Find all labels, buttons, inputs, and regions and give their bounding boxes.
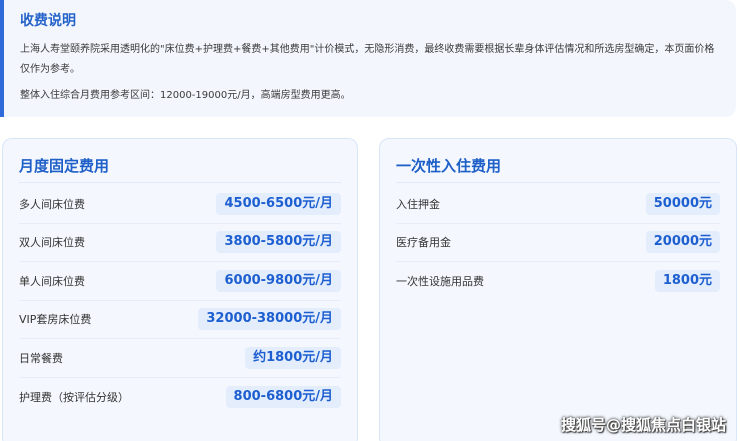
fee-label: 医疗备用金 — [396, 236, 451, 250]
fee-row: 日常餐费 约1800元/月 — [19, 339, 341, 378]
fee-row: VIP套房床位费 32000-38000元/月 — [19, 301, 341, 339]
fee-row: 单人间床位费 6000-9800元/月 — [19, 262, 341, 301]
notice-title: 收费说明 — [20, 13, 76, 29]
fee-row: 一次性设施用品费 1800元 — [396, 262, 720, 301]
fee-price-badge: 4500-6500元/月 — [216, 192, 341, 215]
fee-notice-panel: 收费说明 上海人寿堂颐养院采用透明化的"床位费+护理费+餐费+其他费用"计价模式… — [0, 0, 736, 117]
fee-label: 双人间床位费 — [19, 236, 85, 250]
fee-label: 一次性设施用品费 — [396, 275, 484, 289]
fee-label: 日常餐费 — [19, 351, 63, 365]
fee-row: 双人间床位费 3800-5800元/月 — [19, 224, 341, 262]
fee-price-badge: 800-6800元/月 — [225, 385, 341, 408]
fee-label: 护理费（按评估分级） — [19, 390, 129, 404]
fee-price-badge: 3800-5800元/月 — [216, 231, 341, 254]
fee-row: 入住押金 50000元 — [396, 185, 720, 224]
fee-label: 多人间床位费 — [19, 197, 85, 211]
fee-price-badge: 32000-38000元/月 — [198, 308, 341, 331]
monthly-fee-card: 月度固定费用 多人间床位费 4500-6500元/月 双人间床位费 3800-5… — [2, 138, 358, 441]
notice-paragraph: 上海人寿堂颐养院采用透明化的"床位费+护理费+餐费+其他费用"计价模式，无隐形消… — [20, 44, 715, 75]
fee-label: 入住押金 — [396, 197, 440, 211]
fee-price-badge: 约1800元/月 — [245, 346, 341, 369]
monthly-fee-title: 月度固定费用 — [19, 139, 341, 183]
onetime-fee-title: 一次性入住费用 — [396, 139, 720, 183]
fee-price-badge: 50000元 — [645, 192, 720, 215]
fee-row: 医疗备用金 20000元 — [396, 224, 720, 262]
fee-row: 护理费（按评估分级） 800-6800元/月 — [19, 378, 341, 417]
fee-label: 单人间床位费 — [19, 274, 85, 288]
fee-row: 多人间床位费 4500-6500元/月 — [19, 185, 341, 224]
source-watermark: 搜狐号@搜狐焦点白银站 — [560, 416, 726, 434]
fee-label: VIP套房床位费 — [19, 313, 92, 327]
notice-price-range: 整体入住综合月费用参考区间：12000-19000元/月，高端房型费用更高。 — [20, 90, 351, 101]
fee-price-badge: 1800元 — [654, 270, 720, 293]
fee-price-badge: 20000元 — [645, 231, 720, 254]
onetime-fee-card: 一次性入住费用 入住押金 50000元 医疗备用金 20000元 一次性设施用品… — [379, 138, 737, 441]
fee-price-badge: 6000-9800元/月 — [216, 269, 341, 292]
